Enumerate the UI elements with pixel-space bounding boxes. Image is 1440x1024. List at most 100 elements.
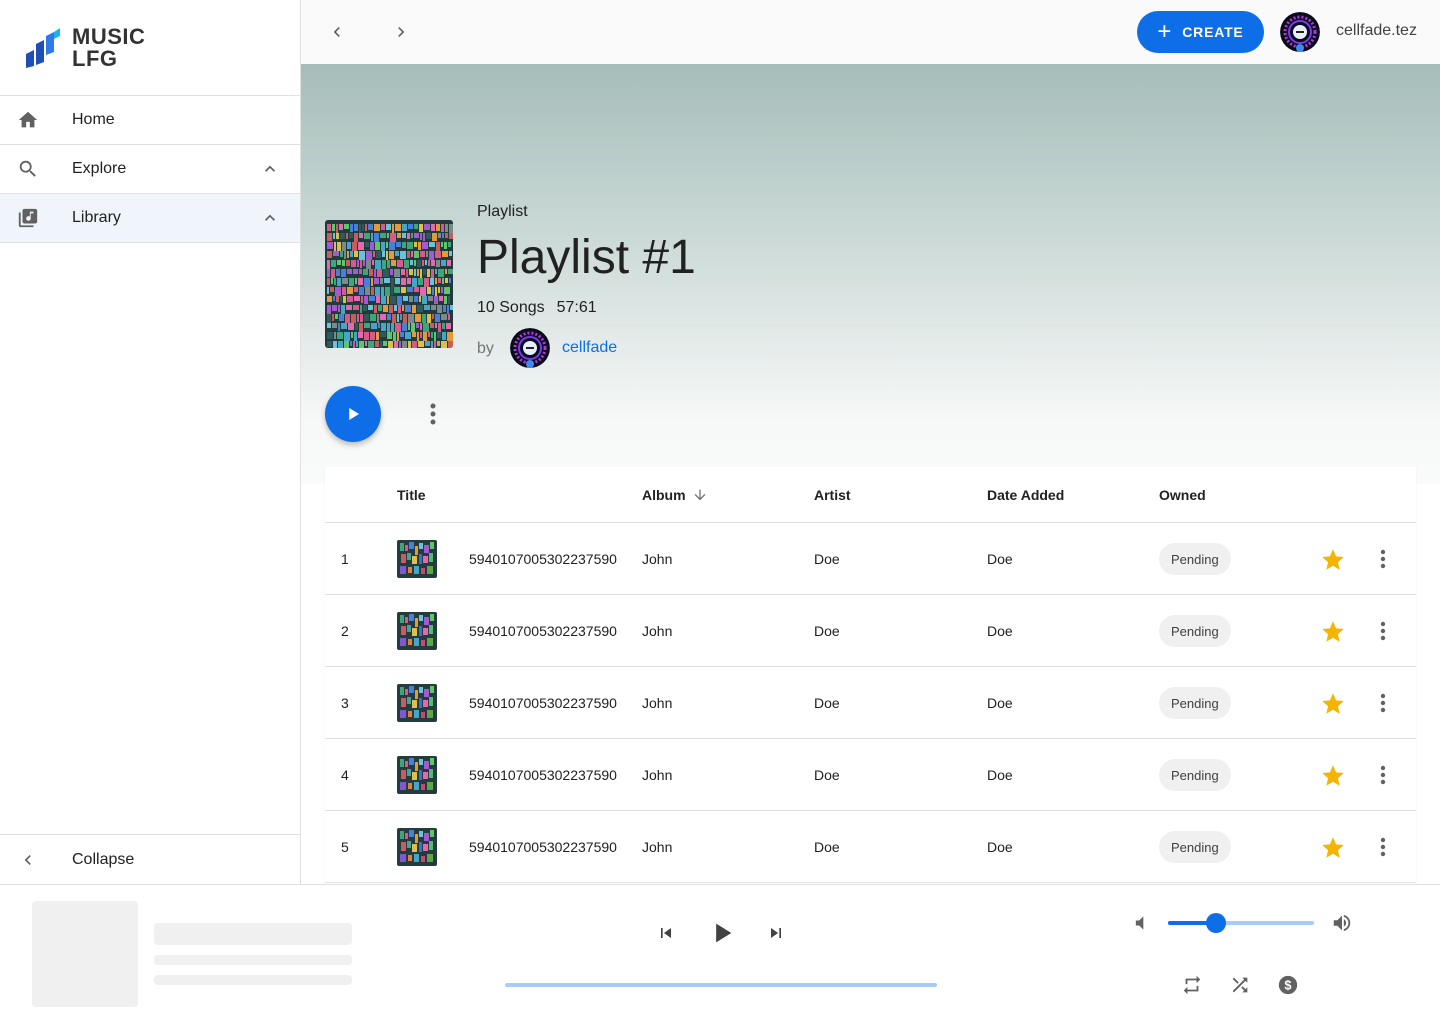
cover-tile [415,314,421,322]
column-header-artist[interactable]: Artist [814,487,851,503]
row-more-button[interactable] [1373,547,1393,571]
cover-tile [337,242,341,251]
playback-progress-bar[interactable] [505,983,937,987]
track-title[interactable]: 5940107005302237590 [469,551,617,567]
cover-tile [340,233,345,239]
cover-tile [431,260,435,266]
cover-tile [364,233,370,239]
row-more-button[interactable] [1373,763,1393,787]
row-more-button[interactable] [1373,691,1393,715]
shuffle-button[interactable] [1228,973,1252,997]
create-button[interactable]: + CREATE [1137,11,1264,53]
row-index: 2 [341,623,349,639]
track-artist-placeholder [154,955,352,965]
volume-slider[interactable] [1168,913,1314,933]
track-artist[interactable]: Doe [814,767,840,783]
row-more-button[interactable] [1373,835,1393,859]
cover-tile [357,314,359,322]
home-icon [16,108,40,132]
star-icon[interactable] [1320,763,1346,789]
search-icon [16,157,40,181]
player-bar: $ [0,884,1440,1024]
track-album[interactable]: John [642,623,672,639]
songs-table: Title Album Artist Date Added Owned 1 59… [325,467,1416,884]
track-album[interactable]: John [642,767,672,783]
next-track-button[interactable] [764,921,788,945]
owner-avatar[interactable] [510,328,550,368]
cover-tile [448,296,450,304]
track-title[interactable]: 5940107005302237590 [469,623,617,639]
track-album[interactable]: John [642,839,672,855]
column-header-title[interactable]: Title [397,487,426,503]
previous-track-button[interactable] [654,921,678,945]
table-row[interactable]: 2 5940107005302237590 John Doe Doe Pendi… [325,595,1416,667]
track-album[interactable]: John [642,551,672,567]
cover-tile [436,224,440,231]
star-icon[interactable] [1320,691,1346,717]
track-meta-placeholder [154,975,352,985]
cover-tile [365,224,367,231]
cover-tile [370,314,376,321]
track-title[interactable]: 5940107005302237590 [469,767,617,783]
cover-tile [357,260,359,267]
more-vertical-icon [1380,765,1386,785]
sidebar-item-explore[interactable]: Explore [0,145,300,194]
collapse-sidebar-button[interactable]: Collapse [0,834,300,884]
volume-max-button[interactable] [1330,911,1354,935]
cover-tile [408,224,413,229]
chevron-up-icon[interactable] [260,159,280,179]
owner-link[interactable]: cellfade [562,339,617,357]
play-button[interactable] [706,917,738,949]
table-row[interactable]: 5 5940107005302237590 John Doe Doe Pendi… [325,811,1416,883]
track-album[interactable]: John [642,695,672,711]
user-name[interactable]: cellfade.tez [1336,22,1417,40]
mute-button[interactable] [1128,911,1152,935]
row-more-button[interactable] [1373,619,1393,643]
star-icon[interactable] [1320,547,1346,573]
column-header-owned[interactable]: Owned [1159,487,1206,503]
playlist-more-button[interactable] [421,398,445,430]
table-row[interactable]: 3 5940107005302237590 John Doe Doe Pendi… [325,667,1416,739]
cover-tile [420,251,425,257]
cover-tile [333,251,339,256]
cover-tile [359,224,361,233]
cover-tile [336,269,340,276]
track-title[interactable]: 5940107005302237590 [469,695,617,711]
cover-tile [402,224,407,231]
cover-tile [340,296,342,302]
column-header-album[interactable]: Album [642,487,708,503]
cover-tile [338,341,343,348]
cover-tile [391,260,396,266]
sidebar-item-library[interactable]: Library [0,194,300,243]
cover-tile [374,278,379,284]
user-avatar[interactable] [1280,12,1320,52]
track-title[interactable]: 5940107005302237590 [469,839,617,855]
back-button[interactable] [321,16,353,48]
cover-tile [377,314,379,323]
cover-tile [376,251,381,258]
track-artist[interactable]: Doe [814,695,840,711]
track-artist[interactable]: Doe [814,839,840,855]
app-logo[interactable]: MUSIC LFG [0,0,300,96]
cover-tile [428,296,433,301]
play-playlist-button[interactable] [325,386,381,442]
table-row[interactable]: 1 5940107005302237590 John Doe Doe Pendi… [325,523,1416,595]
cover-tile [402,233,406,238]
star-icon[interactable] [1320,619,1346,645]
track-artist[interactable]: Doe [814,623,840,639]
repeat-button[interactable] [1180,973,1204,997]
forward-button[interactable] [385,16,417,48]
cover-tile [449,251,452,256]
sidebar-item-home[interactable]: Home [0,96,300,145]
column-header-date-added[interactable]: Date Added [987,487,1064,503]
table-row[interactable]: 4 5940107005302237590 John Doe Doe Pendi… [325,739,1416,811]
volume-slider-thumb[interactable] [1206,913,1227,933]
cover-tile [401,278,406,285]
chevron-up-icon[interactable] [260,208,280,228]
purchase-button[interactable]: $ [1276,973,1300,997]
track-artist[interactable]: Doe [814,551,840,567]
cover-tile [337,278,341,286]
star-icon[interactable] [1320,835,1346,861]
cover-tile [349,233,353,238]
cover-tile [356,341,358,347]
